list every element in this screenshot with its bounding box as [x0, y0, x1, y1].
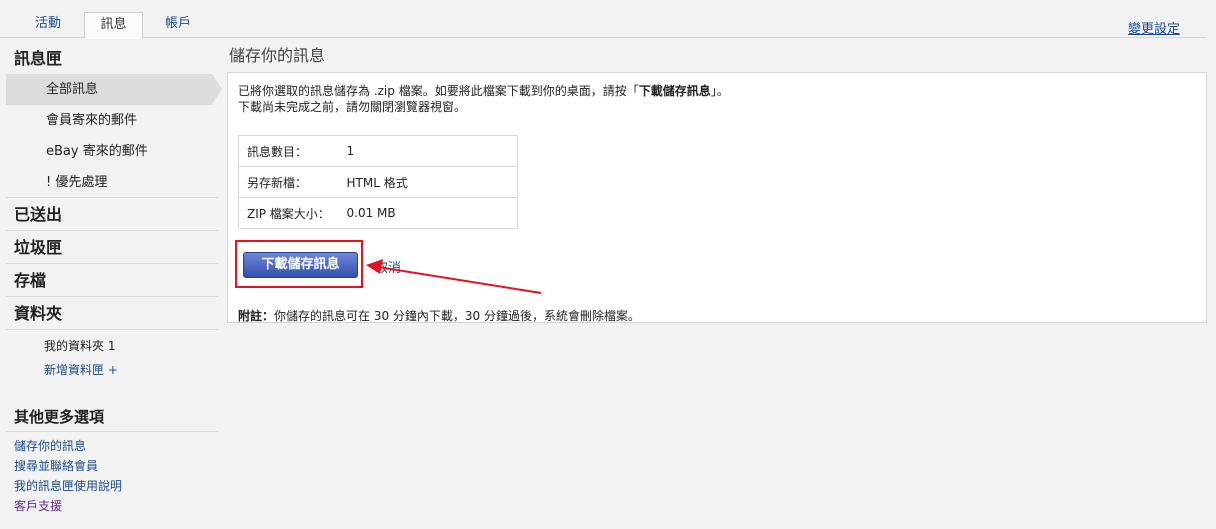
intro-bold-label: 下載儲存訊息 — [638, 84, 711, 98]
tab-account[interactable]: 帳戶 — [150, 12, 206, 38]
sidebar-folders-title[interactable]: 資料夾 — [6, 297, 218, 330]
sidebar-item-member-mail[interactable]: 會員寄來的郵件 — [6, 105, 218, 136]
sidebar-inbox-title[interactable]: 訊息匣 — [6, 44, 218, 74]
customer-support-link[interactable]: 客戶支援 — [6, 496, 218, 516]
message-count-value: 1 — [346, 135, 518, 167]
message-count-label: 訊息數目： — [238, 135, 347, 167]
sidebar-sent-title[interactable]: 已送出 — [6, 198, 218, 231]
tab-messages[interactable]: 訊息 — [84, 12, 143, 39]
footnote-text: 你儲存的訊息可在 30 分鐘內下載，30 分鐘過後，系統會刪除檔案。 — [274, 309, 641, 323]
save-as-value: HTML 格式 — [346, 166, 518, 198]
footnote: 附註：你儲存的訊息可在 30 分鐘內下載，30 分鐘過後，系統會刪除檔案。 — [238, 307, 640, 324]
save-messages-link[interactable]: 儲存你的訊息 — [6, 436, 218, 456]
sidebar: 訊息匣 全部訊息 會員寄來的郵件 eBay 寄來的郵件 ! 優先處理 已送出 垃… — [6, 44, 222, 516]
more-options-title: 其他更多選項 — [6, 402, 218, 432]
file-info-table: 訊息數目： 1 另存新檔： HTML 格式 ZIP 檔案大小： 0.01 MB — [238, 135, 518, 229]
sidebar-folder-my-folder-1[interactable]: 我的資料夾 1 — [6, 334, 218, 358]
sidebar-archive-title[interactable]: 存檔 — [6, 264, 218, 297]
table-row: 訊息數目： 1 — [238, 135, 518, 167]
change-settings-link[interactable]: 變更設定 — [1128, 18, 1180, 37]
tab-activity[interactable]: 活動 — [20, 12, 76, 38]
intro-warning: 下載尚未完成之前，請勿關閉瀏覽器視窗。 — [238, 100, 467, 114]
sidebar-item-ebay-mail[interactable]: eBay 寄來的郵件 — [6, 136, 218, 167]
search-members-link[interactable]: 搜尋並聯絡會員 — [6, 456, 218, 476]
intro-text: 已將你選取的訊息儲存為 .zip 檔案。如要將此檔案下載到你的桌面，請按「下載儲… — [238, 84, 729, 114]
inbox-help-link[interactable]: 我的訊息匣使用說明 — [6, 476, 218, 496]
add-folder-link[interactable]: 新增資料匣 + — [6, 358, 218, 382]
sidebar-item-priority[interactable]: ! 優先處理 — [6, 167, 218, 198]
save-as-label: 另存新檔： — [238, 166, 347, 198]
page-title: 儲存你的訊息 — [229, 46, 326, 65]
zip-size-label: ZIP 檔案大小： — [238, 197, 347, 229]
table-row: ZIP 檔案大小： 0.01 MB — [238, 197, 518, 229]
save-messages-panel: 已將你選取的訊息儲存為 .zip 檔案。如要將此檔案下載到你的桌面，請按「下載儲… — [227, 72, 1207, 323]
sidebar-item-all-messages[interactable]: 全部訊息 — [6, 74, 222, 105]
footnote-label: 附註： — [238, 309, 275, 323]
zip-size-value: 0.01 MB — [346, 197, 518, 229]
sidebar-trash-title[interactable]: 垃圾匣 — [6, 231, 218, 264]
table-row: 另存新檔： HTML 格式 — [238, 166, 518, 198]
cancel-link[interactable]: 取消 — [375, 257, 401, 276]
top-tab-bar: 活動 訊息 帳戶 變更設定 — [0, 0, 1206, 39]
download-saved-messages-button[interactable]: 下載儲存訊息 — [243, 252, 358, 278]
